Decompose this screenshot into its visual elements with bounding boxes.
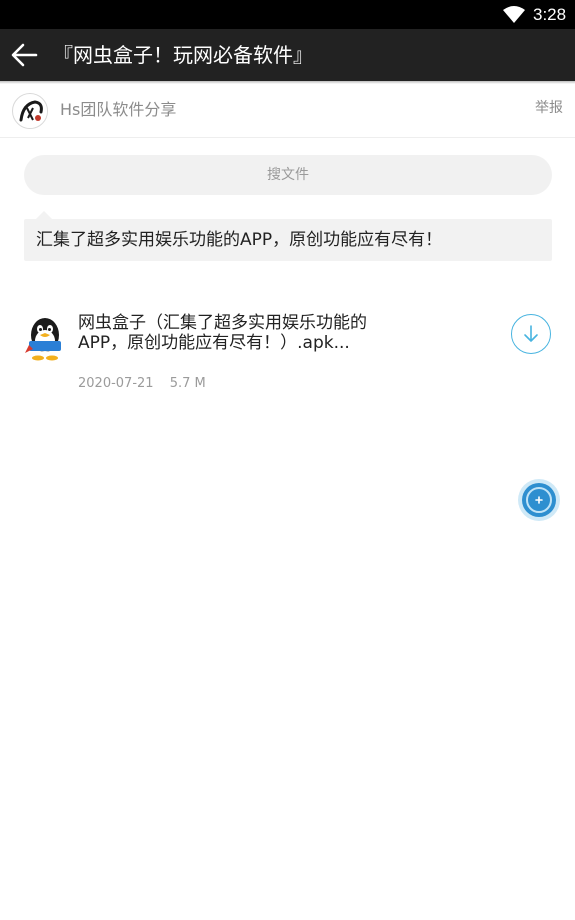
floating-plus-icon [518,479,560,521]
download-icon [524,325,538,342]
download-button[interactable] [511,314,551,354]
report-link[interactable]: 举报 [535,99,563,117]
page-title: 『网虫盒子！玩网必备软件』 [53,43,313,67]
file-item[interactable]: 网虫盒子（汇集了超多实用娱乐功能的APP，原创功能应有尽有！）.apk... 2… [0,305,575,405]
file-date: 2020-07-21 [78,376,154,391]
status-bar: 3:28 [0,0,575,29]
description-text: 汇集了超多实用娱乐功能的APP，原创功能应有尽有！ [36,230,443,250]
file-size: 5.7 M [169,376,206,391]
qq-penguin-icon [25,318,61,361]
arrow-left-icon [11,43,38,67]
calligraphy-avatar-icon [14,95,47,128]
floating-action-button[interactable] [517,478,561,522]
app-bar: 『网虫盒子！玩网必备软件』 [0,29,575,81]
wifi-icon [503,6,525,23]
bubble-notch [36,211,52,219]
description-bubble: 汇集了超多实用娱乐功能的APP，原创功能应有尽有！ [24,211,552,261]
owner-name[interactable]: Hs团队软件分享 [60,100,176,120]
status-time: 3:28 [533,5,567,24]
back-button[interactable] [8,39,42,71]
owner-row: Hs团队软件分享 举报 [0,86,575,138]
search-input[interactable] [24,155,552,195]
owner-avatar[interactable] [12,93,48,129]
file-name[interactable]: 网虫盒子（汇集了超多实用娱乐功能的APP，原创功能应有尽有！）.apk... [78,313,378,353]
app-bar-shadow [0,81,575,84]
file-meta: 2020-07-21 5.7 M [78,376,206,392]
